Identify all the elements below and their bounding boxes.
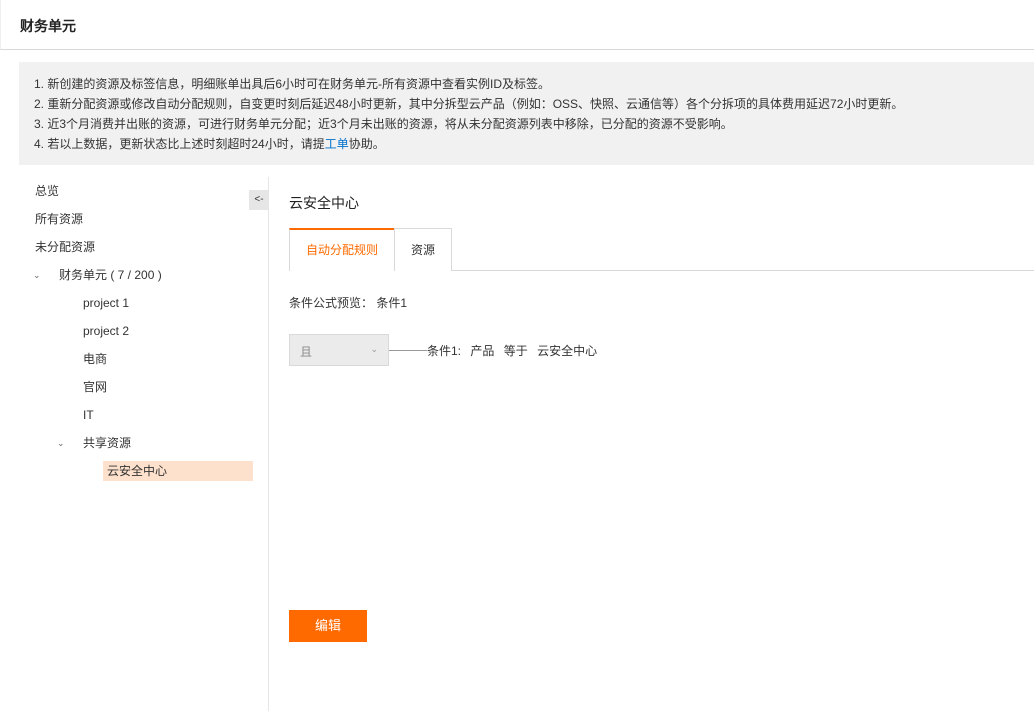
collapse-sidebar-button[interactable]: <- (249, 190, 269, 210)
notice-line-1: 1. 新创建的资源及标签信息，明细账单出具后6小时可在财务单元-所有资源中查看实… (34, 77, 551, 91)
notice-panel: 1. 新创建的资源及标签信息，明细账单出具后6小时可在财务单元-所有资源中查看实… (19, 62, 1034, 165)
notice-line-2: 2. 重新分配资源或修改自动分配规则，自变更时刻后延迟48小时更新，其中分拆型云… (34, 97, 904, 111)
condition-value: 云安全中心 (537, 344, 598, 358)
tree-item-overview[interactable]: 总览 (35, 181, 59, 201)
formula-label: 条件公式预览： (289, 296, 374, 310)
tree-item-all-resources[interactable]: 所有资源 (35, 209, 83, 229)
tree-item-website[interactable]: 官网 (83, 377, 107, 397)
edit-button[interactable]: 编辑 (289, 610, 367, 642)
sidebar-tree: <- 总览 所有资源 未分配资源 ⌄ 财务单元 ( 7 / 200 ) proj… (0, 177, 269, 711)
logic-operator-select[interactable]: 且 ⌄ (289, 334, 389, 366)
ticket-link[interactable]: 工单 (325, 137, 349, 151)
condition-field: 产品 (470, 344, 495, 358)
notice-line-4-suffix: 协助。 (348, 137, 385, 151)
condition-row: 条件1: 产品 等于 云安全中心 (427, 342, 603, 359)
tree-item-unallocated[interactable]: 未分配资源 (35, 237, 95, 257)
tree-item-cloud-security[interactable]: 云安全中心 (103, 461, 253, 481)
tree-item-project-1[interactable]: project 1 (83, 293, 129, 313)
tab-resources[interactable]: 资源 (394, 228, 452, 271)
notice-line-4: 4. 若以上数据，更新状态比上述时刻超时24小时，请提工单协助。 (34, 134, 1034, 154)
tree-item-finance-unit[interactable]: 财务单元 ( 7 / 200 ) (59, 265, 162, 285)
tree-item-ecommerce[interactable]: 电商 (83, 349, 107, 369)
tree-item-shared-resources[interactable]: 共享资源 (83, 433, 131, 453)
main-content: 云安全中心 自动分配规则 资源 条件公式预览： 条件1 且 ⌄ 条件1: 产品 … (289, 177, 1034, 711)
tree-item-it[interactable]: IT (83, 405, 94, 425)
chevron-down-icon[interactable]: ⌄ (33, 265, 41, 285)
tab-auto-rules[interactable]: 自动分配规则 (289, 228, 395, 271)
logic-operator-value: 且 (300, 345, 313, 359)
section-title: 云安全中心 (289, 195, 359, 211)
formula-value: 条件1 (376, 296, 408, 310)
formula-preview: 条件公式预览： 条件1 (289, 294, 407, 311)
chevron-down-icon[interactable]: ⌄ (57, 433, 65, 453)
condition-name: 条件1: (427, 344, 462, 358)
notice-line-3: 3. 近3个月消费并出账的资源，可进行财务单元分配；近3个月未出账的资源，将从未… (34, 117, 733, 131)
condition-connector (389, 350, 427, 351)
tabs-divider (452, 270, 1034, 271)
page-title: 财务单元 (20, 18, 76, 34)
chevron-down-icon: ⌄ (370, 344, 378, 354)
page-header: 财务单元 (0, 0, 1034, 50)
tree-item-project-2[interactable]: project 2 (83, 321, 129, 341)
condition-operator: 等于 (503, 344, 528, 358)
notice-line-4-prefix: 4. 若以上数据，更新状态比上述时刻超时24小时，请提 (34, 137, 325, 151)
